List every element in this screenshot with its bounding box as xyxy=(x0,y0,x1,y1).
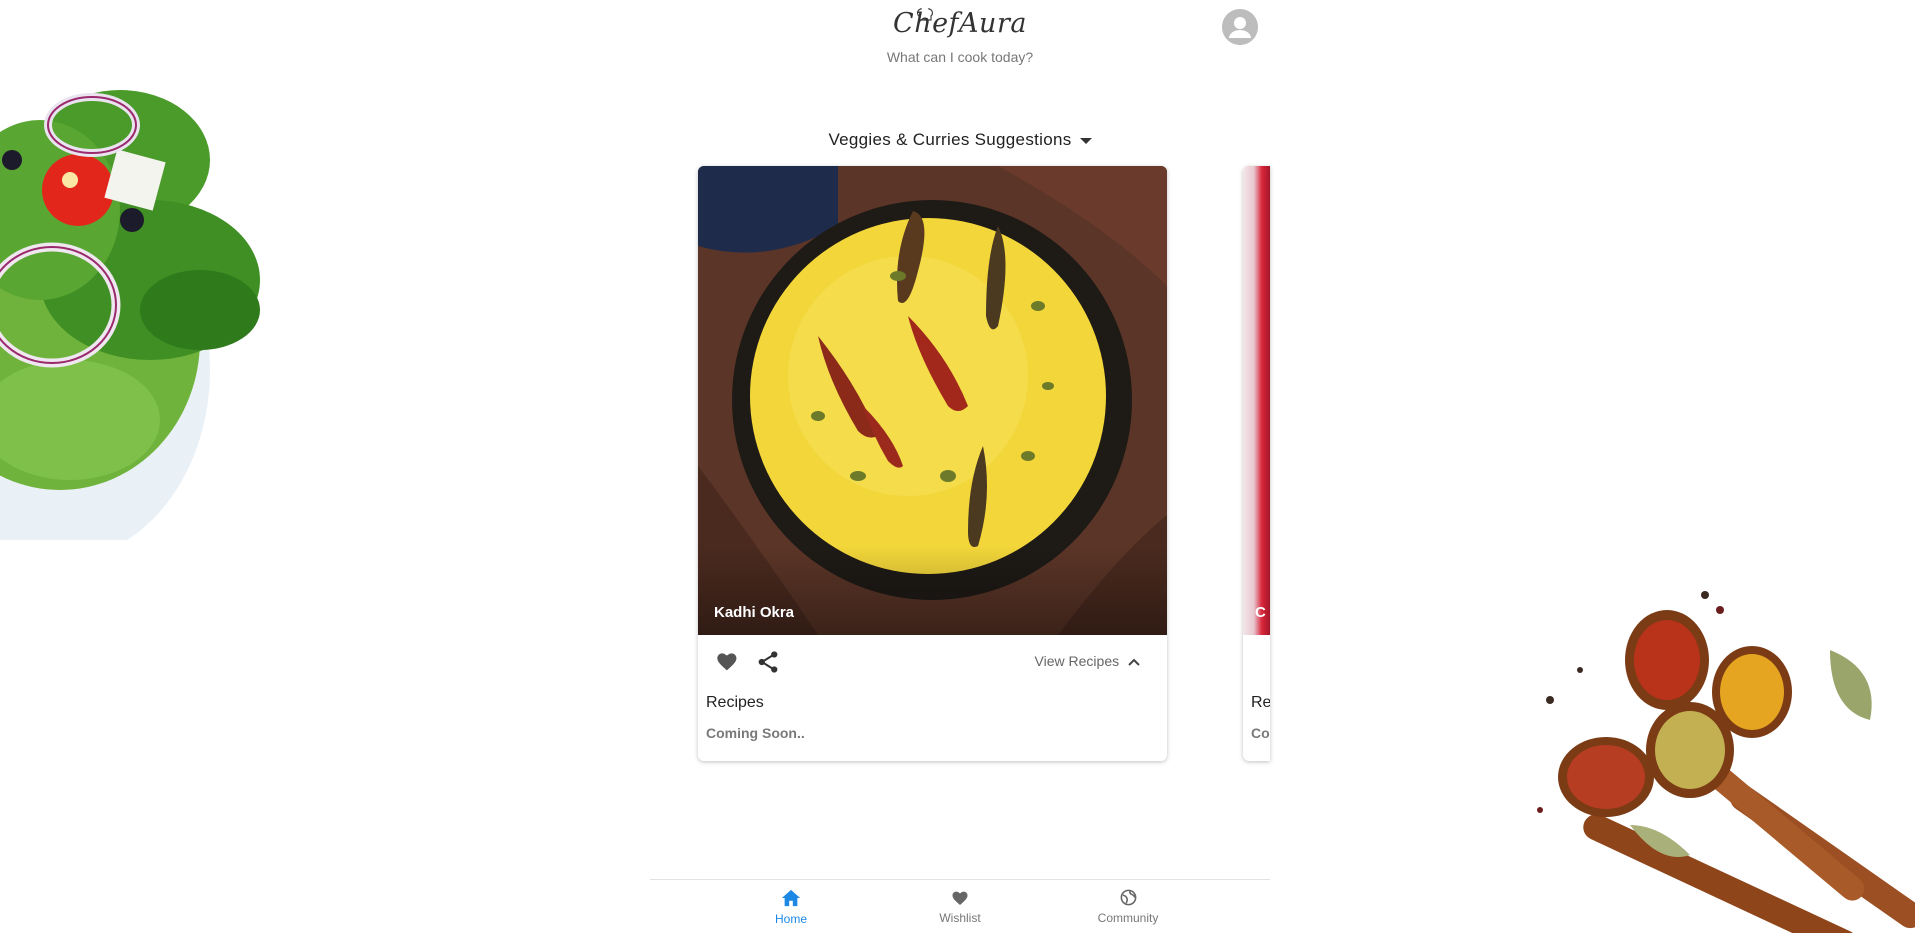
view-recipes-toggle[interactable]: View Recipes xyxy=(1035,653,1141,669)
heart-icon xyxy=(952,891,968,905)
app-header: ChefAura What can I cook today? xyxy=(650,0,1270,80)
recipes-status: Coming Soon.. xyxy=(706,725,805,741)
chevron-up-icon xyxy=(1128,658,1140,667)
home-icon xyxy=(781,889,801,907)
nav-wishlist[interactable]: Wishlist xyxy=(910,888,1010,925)
app-tagline: What can I cook today? xyxy=(886,49,1034,65)
nav-community[interactable]: Community xyxy=(1078,888,1178,925)
nav-wishlist-label: Wishlist xyxy=(939,911,981,925)
category-label: Veggies & Curries Suggestions xyxy=(828,130,1072,149)
recipe-image[interactable] xyxy=(698,166,1167,635)
recipes-heading: Recipes xyxy=(706,694,764,711)
share-icon xyxy=(758,651,778,673)
spices-decoration-image xyxy=(1537,591,1915,933)
app-logo[interactable]: ChefAura xyxy=(650,8,1270,39)
user-avatar-button[interactable] xyxy=(1222,9,1258,45)
salad-decoration-image xyxy=(0,90,260,540)
card-actions-bar: View Recipes xyxy=(698,635,1167,691)
next-recipe-title: C xyxy=(1255,604,1266,621)
share-button[interactable] xyxy=(753,647,783,677)
bottom-navigation: Home Wishlist Community xyxy=(650,879,1270,934)
recipe-card[interactable]: Kadhi Okra View Recipes Recipes Coming S… xyxy=(698,166,1167,761)
recipe-title: Kadhi Okra xyxy=(714,604,795,621)
view-recipes-label: View Recipes xyxy=(1034,653,1120,669)
next-recipe-card[interactable]: C Re Co xyxy=(1243,166,1270,761)
next-recipes-heading: Re xyxy=(1251,694,1270,711)
next-recipe-image[interactable] xyxy=(1243,166,1270,635)
category-dropdown[interactable]: Veggies & Curries Suggestions xyxy=(650,130,1270,150)
nav-home-label: Home xyxy=(774,912,807,926)
next-recipes-status: Co xyxy=(1251,725,1270,741)
favorite-button[interactable] xyxy=(712,647,742,677)
heart-icon xyxy=(717,653,737,671)
account-icon xyxy=(1222,9,1258,45)
caret-down-icon xyxy=(1079,137,1092,144)
nav-community-label: Community xyxy=(1097,911,1159,925)
globe-icon xyxy=(1120,889,1136,906)
nav-home[interactable]: Home xyxy=(741,888,841,926)
